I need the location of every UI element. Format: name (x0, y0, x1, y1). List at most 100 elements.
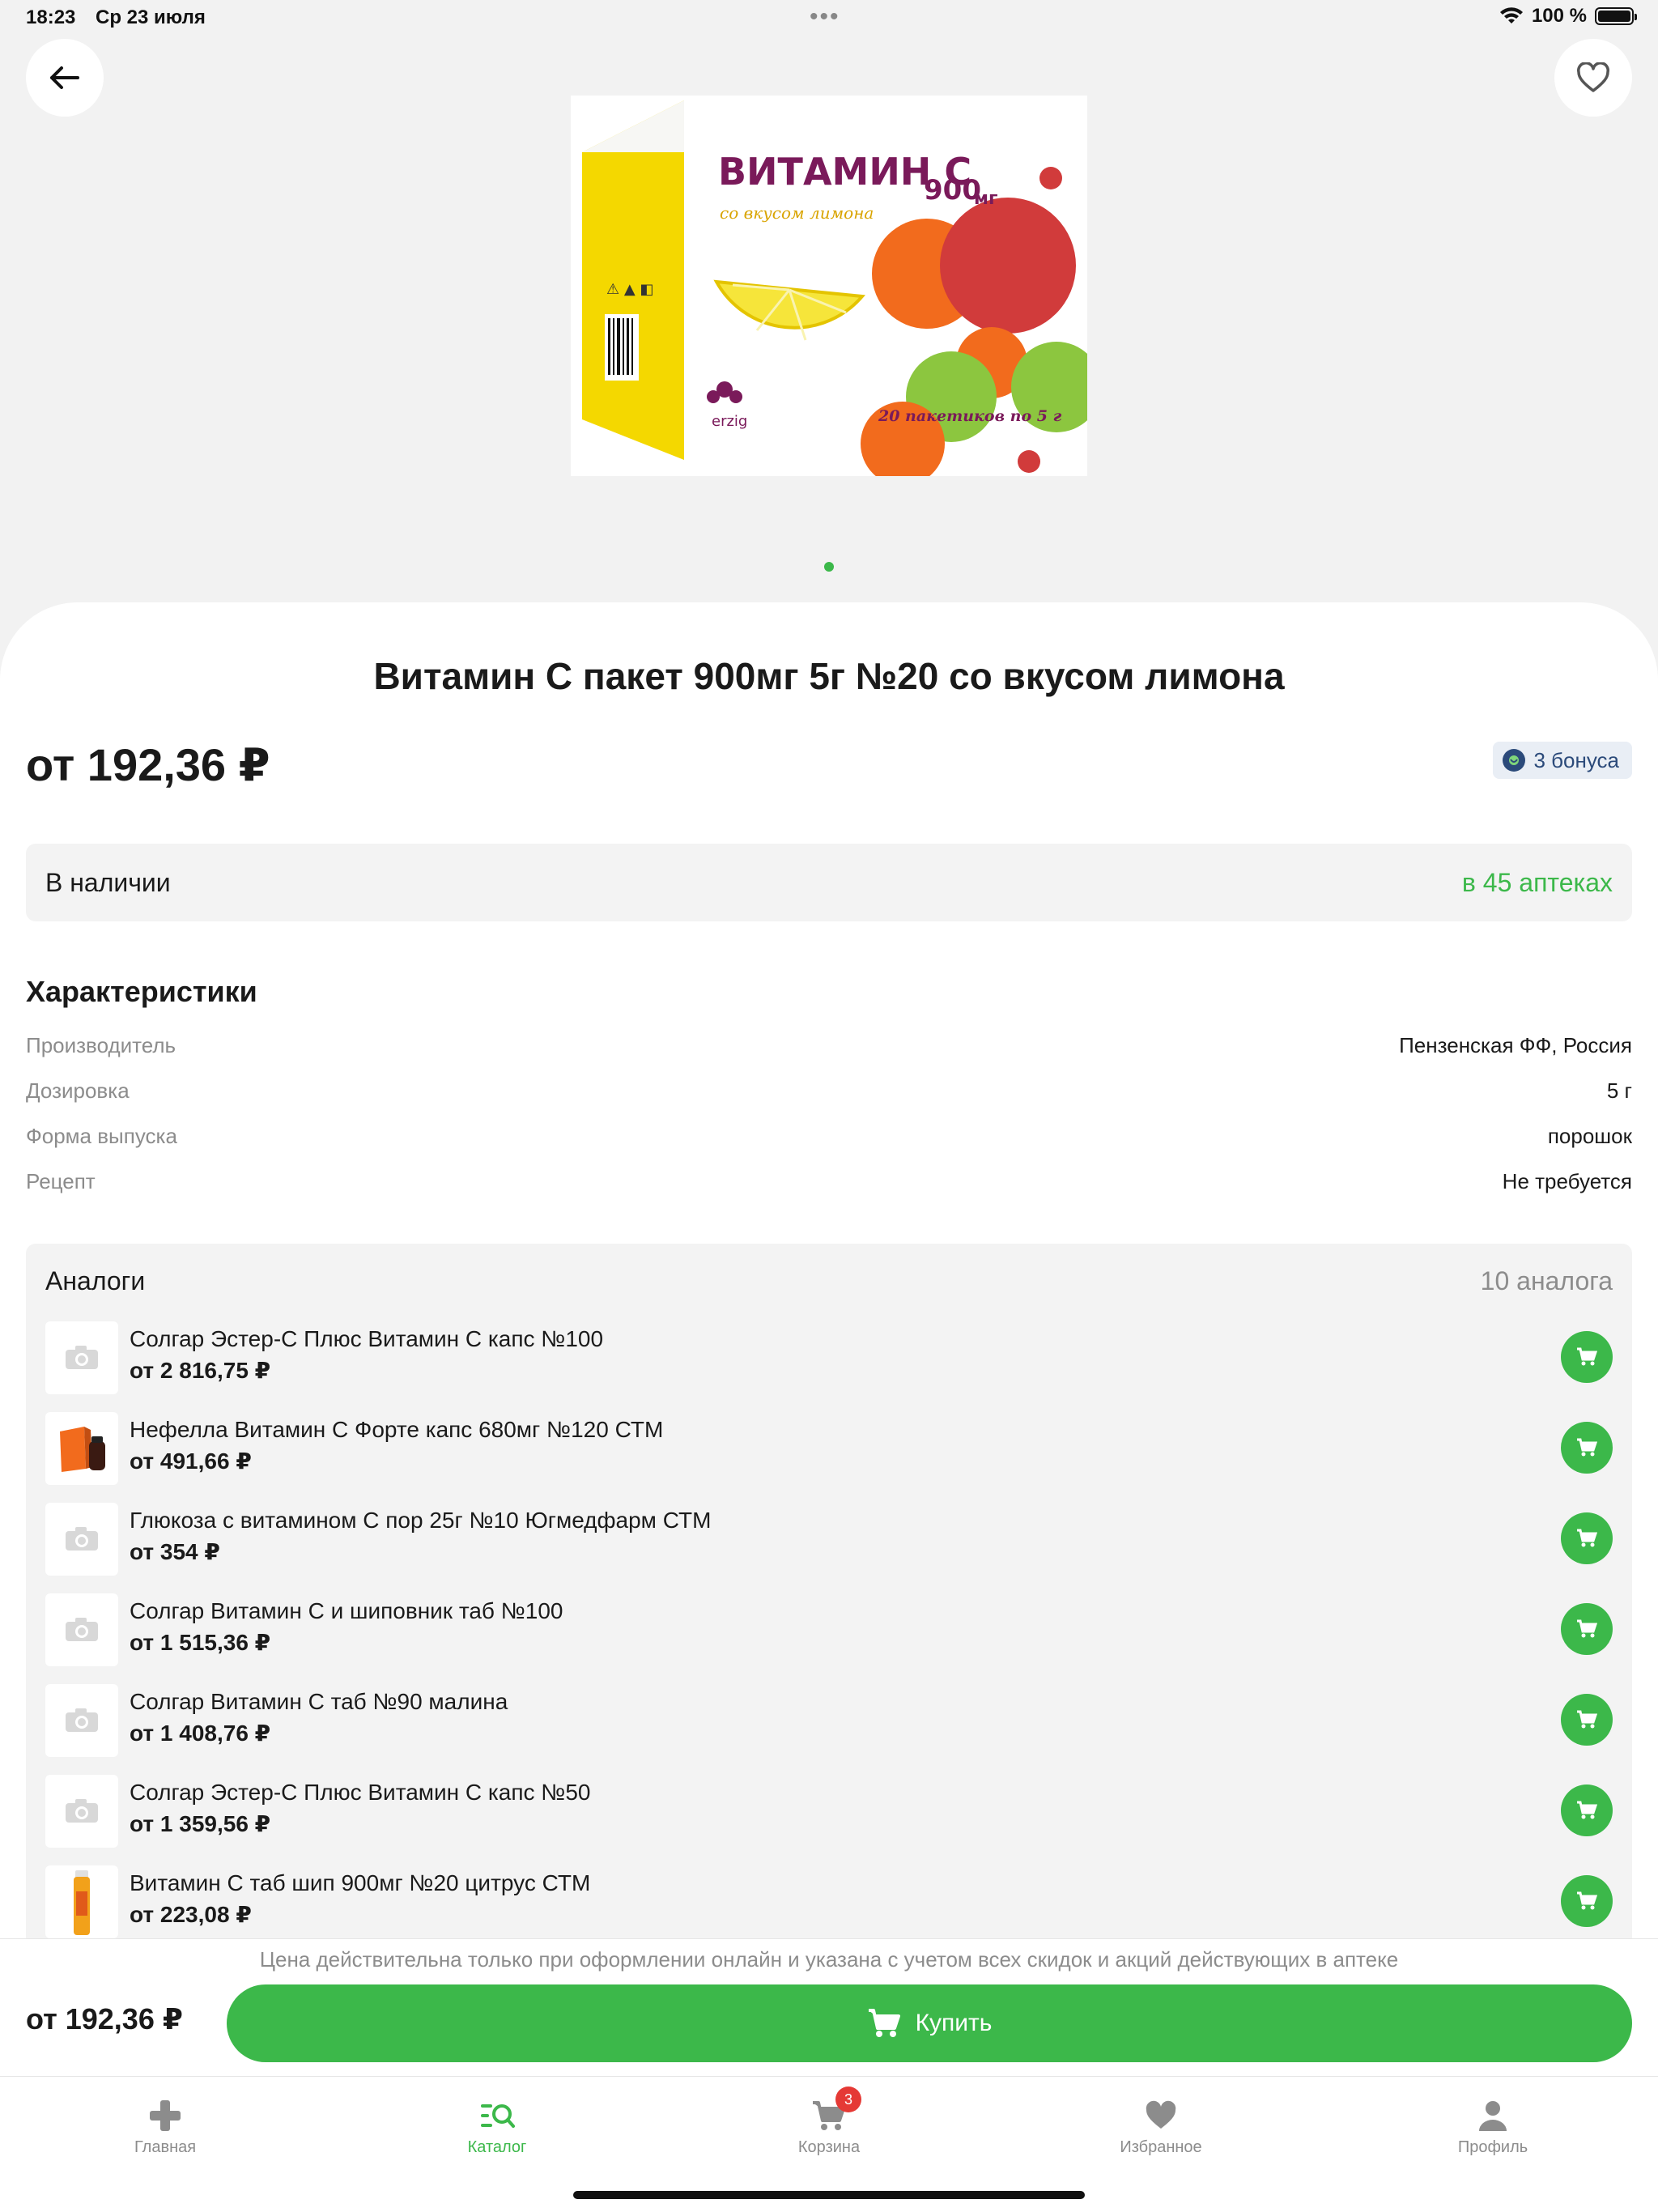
buy-bar: Цена действительна только при оформлении… (0, 1938, 1658, 2076)
bonus-label: 3 бонуса (1533, 747, 1619, 772)
characteristic-value: Не требуется (1502, 1169, 1632, 1193)
analogs-section: Аналоги 10 аналога Солгар Эстер-С Плюс В… (26, 1244, 1632, 1940)
analog-price: от 1 359,56 ₽ (130, 1811, 271, 1836)
analog-item[interactable]: Нефелла Витамин С Форте капс 680мг №120 … (45, 1412, 1613, 1487)
heart-icon (1146, 2100, 1176, 2129)
pharmacies-link[interactable]: в 45 аптеках (1462, 868, 1613, 898)
add-to-cart-button[interactable] (1561, 1512, 1613, 1564)
characteristic-value: порошок (1547, 1124, 1632, 1148)
tab-home[interactable]: Главная (68, 2096, 262, 2157)
characteristic-key: Форма выпуска (26, 1124, 177, 1148)
camera-placeholder-icon (45, 1684, 118, 1757)
analog-price: от 1 408,76 ₽ (130, 1721, 271, 1746)
box-count: 20 пакетиков по 5 г (878, 407, 1062, 425)
analog-item[interactable]: Солгар Витамин С таб №90 малина от 1 408… (45, 1684, 1613, 1759)
analog-name: Солгар Эстер-С Плюс Витамин С капс №50 (130, 1780, 591, 1805)
product-image[interactable]: ⚠ ▲ ◧ ВИТАМИН С 900 мг со вкусом лимона … (571, 96, 1102, 486)
analog-name: Нефелла Витамин С Форте капс 680мг №120 … (130, 1417, 664, 1442)
tab-catalog[interactable]: Каталог (400, 2096, 594, 2157)
cart-icon (1577, 1529, 1597, 1547)
add-to-cart-button[interactable] (1561, 1603, 1613, 1655)
catalog-search-icon (481, 2104, 515, 2128)
tab-catalog-label: Каталог (467, 2138, 527, 2156)
favorite-button[interactable] (1554, 39, 1632, 117)
characteristics-title: Характеристики (26, 975, 257, 1008)
tab-home-label: Главная (134, 2138, 197, 2156)
cart-icon (1577, 1891, 1597, 1910)
plus-icon (150, 2100, 181, 2131)
bonus-badge[interactable]: 3 бонуса (1493, 742, 1632, 779)
add-to-cart-button[interactable] (1561, 1331, 1613, 1383)
tab-favorites-label: Избранное (1120, 2138, 1202, 2156)
tab-cart-label: Корзина (797, 2138, 861, 2156)
camera-placeholder-icon (45, 1593, 118, 1666)
characteristic-key: Дозировка (26, 1078, 130, 1103)
characteristic-row: Рецепт Не требуется (26, 1169, 1632, 1194)
cart-icon (1577, 1801, 1597, 1819)
multitasking-dots-icon[interactable]: ••• (810, 3, 840, 31)
svg-text:⚠ ▲ ◧: ⚠ ▲ ◧ (606, 281, 653, 298)
cart-icon (1577, 1710, 1597, 1729)
analog-name: Солгар Эстер-С Плюс Витамин С капс №100 (130, 1326, 604, 1351)
analog-price: от 1 515,36 ₽ (130, 1630, 271, 1655)
buy-button[interactable]: Купить (227, 1984, 1632, 2062)
home-indicator[interactable] (573, 2191, 1085, 2199)
heart-outline-icon (1577, 62, 1609, 92)
cart-icon (1577, 1438, 1597, 1457)
cart-icon (1577, 1347, 1597, 1366)
box-flavor: со вкусом лимона (720, 203, 874, 223)
availability-row[interactable]: В наличии в 45 аптеках (26, 844, 1632, 921)
box-dose: 900 (924, 174, 981, 206)
price-disclaimer: Цена действительна только при оформлении… (259, 1947, 1399, 1972)
characteristic-row: Форма выпуска порошок (26, 1124, 1632, 1149)
product-title: Витамин С пакет 900мг 5г №20 со вкусом л… (373, 655, 1285, 697)
battery-percent: 100 % (1531, 5, 1587, 27)
back-button[interactable] (26, 39, 104, 117)
buy-button-label: Купить (915, 2010, 993, 2036)
tab-profile[interactable]: Профиль (1396, 2096, 1590, 2157)
tab-profile-label: Профиль (1457, 2138, 1528, 2156)
analog-name: Глюкоза с витамином С пор 25г №10 Югмедф… (130, 1508, 712, 1533)
bonus-coin-icon (1503, 749, 1526, 772)
availability-label: В наличии (45, 867, 171, 897)
status-date: Ср 23 июля (96, 6, 206, 28)
product-box-illustration: ⚠ ▲ ◧ ВИТАМИН С 900 мг со вкусом лимона … (571, 96, 1102, 486)
analog-item[interactable]: Солгар Эстер-С Плюс Витамин С капс №100 … (45, 1321, 1613, 1396)
add-to-cart-button[interactable] (1561, 1694, 1613, 1746)
analog-name: Солгар Витамин С и шиповник таб №100 (130, 1598, 563, 1623)
camera-placeholder-icon (45, 1503, 118, 1576)
cart-icon (1577, 1619, 1597, 1638)
add-to-cart-button[interactable] (1561, 1875, 1613, 1927)
characteristic-value: 5 г (1606, 1078, 1632, 1103)
analog-item[interactable]: Солгар Эстер-С Плюс Витамин С капс №50 о… (45, 1775, 1613, 1849)
analogs-count[interactable]: 10 аналога (1481, 1266, 1613, 1296)
cart-icon (868, 2009, 900, 2037)
camera-placeholder-icon (45, 1775, 118, 1848)
characteristic-key: Рецепт (26, 1169, 96, 1193)
battery-icon (1595, 7, 1637, 25)
status-bar: 18:23 Ср 23 июля ••• 100 % (0, 0, 1658, 39)
add-to-cart-button[interactable] (1561, 1422, 1613, 1474)
analog-item[interactable]: Глюкоза с витамином С пор 25г №10 Югмедф… (45, 1503, 1613, 1577)
analog-item[interactable]: Солгар Витамин С и шиповник таб №100 от … (45, 1593, 1613, 1668)
characteristic-row: Производитель Пензенская ФФ, Россия (26, 1033, 1632, 1058)
analog-item[interactable]: Витамин С таб шип 900мг №20 цитрус СТМ о… (45, 1865, 1613, 1940)
box-dose-unit: мг (974, 189, 997, 209)
analog-name: Солгар Витамин С таб №90 малина (130, 1689, 508, 1714)
analog-price: от 354 ₽ (130, 1539, 220, 1564)
analog-price: от 2 816,75 ₽ (130, 1358, 271, 1383)
characteristic-row: Дозировка 5 г (26, 1078, 1632, 1104)
add-to-cart-button[interactable] (1561, 1784, 1613, 1836)
svg-text:erzig: erzig (712, 413, 747, 430)
product-price: от 192,36 ₽ (26, 739, 270, 790)
profile-icon (1479, 2101, 1507, 2131)
image-pager-dot[interactable] (824, 562, 834, 572)
characteristic-key: Производитель (26, 1033, 176, 1057)
buy-bar-price: от 192,36 ₽ (26, 2002, 183, 2035)
arrow-left-icon (50, 66, 79, 89)
wifi-icon (1499, 7, 1523, 23)
characteristic-value: Пензенская ФФ, Россия (1399, 1033, 1632, 1057)
status-time: 18:23 (26, 6, 76, 28)
tab-cart[interactable]: 3 Корзина (732, 2087, 926, 2157)
tab-favorites[interactable]: Избранное (1064, 2096, 1258, 2157)
